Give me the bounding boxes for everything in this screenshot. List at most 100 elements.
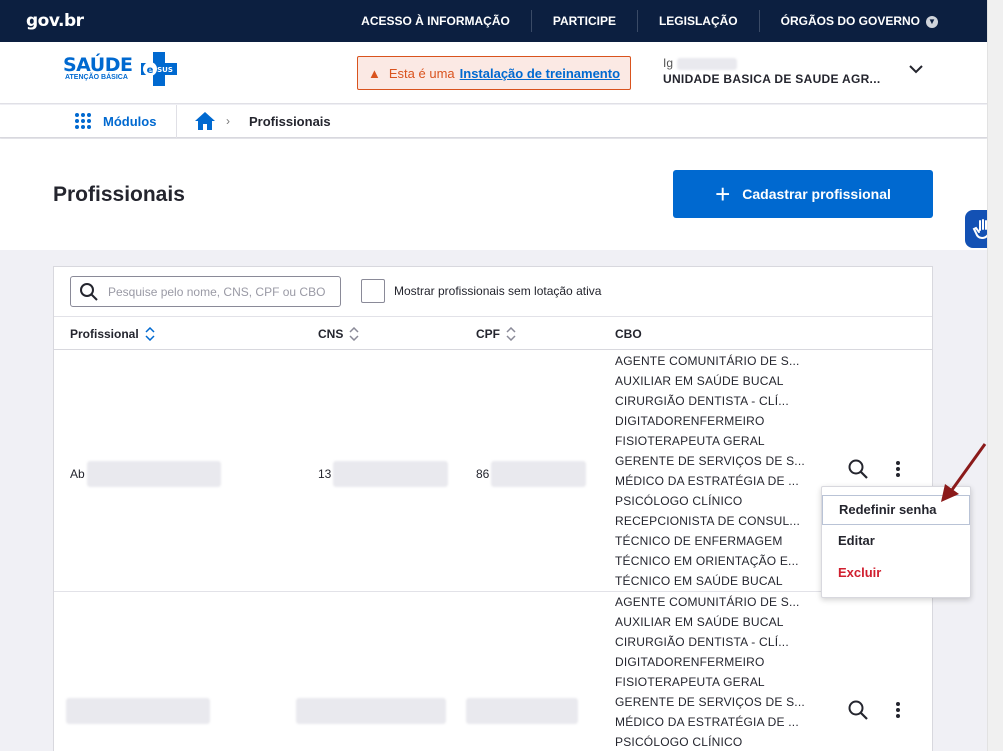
checkbox-label: Mostrar profissionais sem lotação ativa	[394, 284, 602, 298]
training-link[interactable]: Instalação de treinamento	[460, 66, 620, 81]
gov-links: ACESSO À INFORMAÇÃO PARTICIPE LEGISLAÇÃO…	[340, 0, 959, 42]
home-icon[interactable]	[194, 111, 216, 131]
cell-cpf	[466, 698, 578, 724]
user-name: Ig	[663, 56, 674, 70]
chevron-down-icon[interactable]	[907, 62, 925, 76]
app-header: SAÚDE ATENÇÃO BÁSICA e SUS ▲ Esta é uma …	[0, 42, 987, 104]
chevron-right-icon: ›	[226, 114, 230, 128]
redacted-cpf	[466, 698, 578, 724]
search-icon	[848, 459, 868, 479]
row-actions	[844, 696, 924, 724]
esus-cross-icon: e SUS	[141, 52, 177, 86]
logo-sub-text: ATENÇÃO BÁSICA	[65, 74, 128, 81]
gov-link-orgaos[interactable]: ÓRGÃOS DO GOVERNO ▼	[758, 10, 959, 32]
logo-badge-text: SUS	[157, 66, 173, 74]
inactive-filter-checkbox[interactable]: Mostrar profissionais sem lotação ativa	[361, 279, 601, 303]
row-actions	[844, 455, 924, 483]
add-professional-button[interactable]: + Cadastrar profissional	[673, 170, 933, 218]
user-info[interactable]: Ig UNIDADE BASICA DE SAUDE AGR...	[663, 56, 880, 86]
gov-link-participe[interactable]: PARTICIPE	[530, 10, 637, 32]
plus-icon: +	[715, 179, 731, 209]
breadcrumb: Módulos › Profissionais	[0, 105, 987, 138]
sort-icon	[145, 327, 155, 341]
grid-icon	[75, 113, 91, 129]
cns-value: 13	[318, 467, 332, 481]
cell-profissional	[66, 698, 210, 724]
title-area: Profissionais + Cadastrar profissional	[0, 139, 987, 250]
chevron-down-icon: ▼	[926, 15, 938, 28]
cbo-item: DIGITADORENFERMEIRO	[615, 655, 765, 669]
cbo-item: CIRURGIÃO DENTISTA - CLÍ...	[615, 394, 789, 408]
table-row: Ab 13 86 AGENTE COMUNITÁRIO DE S... AUXI…	[54, 351, 932, 592]
cbo-item: PSICÓLOGO CLÍNICO	[615, 494, 743, 508]
search-field[interactable]	[70, 276, 341, 307]
checkbox-box[interactable]	[361, 279, 385, 303]
scrollbar[interactable]	[987, 0, 1003, 751]
breadcrumb-current: Profissionais	[249, 114, 331, 129]
svg-text:e: e	[147, 65, 154, 76]
cbo-item: MÉDICO DA ESTRATÉGIA DE ...	[615, 715, 799, 729]
view-button[interactable]	[844, 696, 872, 724]
esus-logo[interactable]: SAÚDE ATENÇÃO BÁSICA e SUS	[63, 52, 177, 86]
gov-bar: gov.br ACESSO À INFORMAÇÃO PARTICIPE LEG…	[0, 0, 987, 42]
cbo-item: AGENTE COMUNITÁRIO DE S...	[615, 595, 800, 609]
redacted-name	[66, 698, 210, 724]
gov-link-orgaos-label: ÓRGÃOS DO GOVERNO	[780, 14, 920, 28]
cbo-item: TÉCNICO DE ENFERMAGEM	[615, 534, 783, 548]
cell-cns: 13	[318, 461, 449, 487]
professionals-table-card: Mostrar profissionais sem lotação ativa …	[53, 266, 933, 751]
cell-cbo: AGENTE COMUNITÁRIO DE S... AUXILIAR EM S…	[615, 351, 805, 591]
page-title: Profissionais	[53, 183, 185, 206]
menu-item-edit[interactable]: Editar	[822, 525, 970, 557]
column-label: Profissional	[70, 327, 139, 341]
warning-icon: ▲	[368, 65, 381, 81]
column-profissional[interactable]: Profissional	[70, 327, 155, 341]
cbo-item: AGENTE COMUNITÁRIO DE S...	[615, 354, 800, 368]
column-label: CPF	[476, 327, 500, 341]
search-input[interactable]	[108, 284, 333, 299]
search-icon	[848, 700, 868, 720]
redacted-user-name	[677, 57, 738, 70]
cbo-item: CIRURGIÃO DENTISTA - CLÍ...	[615, 635, 789, 649]
cbo-item: TÉCNICO EM SAÚDE BUCAL	[615, 574, 783, 588]
training-prefix: Esta é uma	[388, 65, 455, 81]
redacted-cns	[296, 698, 446, 724]
gov-logo[interactable]: gov.br	[26, 11, 84, 31]
redacted-cpf	[491, 461, 587, 487]
cbo-item: FISIOTERAPEUTA GERAL	[615, 434, 765, 448]
column-cpf[interactable]: CPF	[476, 327, 516, 341]
modules-label: Módulos	[103, 113, 157, 129]
view-button[interactable]	[844, 455, 872, 483]
column-cns[interactable]: CNS	[318, 327, 359, 341]
cbo-item: PSICÓLOGO CLÍNICO	[615, 735, 743, 749]
gov-link-legislacao[interactable]: LEGISLAÇÃO	[636, 10, 759, 32]
logo-main-text: SAÚDE	[63, 54, 133, 76]
menu-item-delete[interactable]: Excluir	[822, 557, 970, 589]
breadcrumb-divider	[176, 105, 177, 138]
sort-icon	[349, 327, 359, 341]
cbo-item: GERENTE DE SERVIÇOS DE S...	[615, 454, 805, 468]
more-options-button[interactable]	[884, 696, 912, 724]
cbo-item: RECEPCIONISTA DE CONSUL...	[615, 514, 801, 528]
add-professional-label: Cadastrar profissional	[742, 186, 891, 202]
more-vertical-icon	[896, 702, 900, 718]
table-header: Profissional CNS CPF CBO	[54, 316, 932, 350]
cell-profissional: Ab	[70, 461, 221, 487]
redacted-cns	[333, 461, 449, 487]
redacted-name	[86, 461, 221, 487]
unit-name: UNIDADE BASICA DE SAUDE AGR...	[663, 72, 881, 86]
column-label: CNS	[318, 327, 344, 341]
more-vertical-icon	[896, 461, 900, 477]
cbo-item: AUXILIAR EM SAÚDE BUCAL	[615, 615, 784, 629]
gov-link-acesso[interactable]: ACESSO À INFORMAÇÃO	[340, 10, 531, 32]
column-label: CBO	[615, 327, 642, 341]
table-row: AGENTE COMUNITÁRIO DE S... AUXILIAR EM S…	[54, 592, 932, 751]
cpf-value: 86	[476, 467, 490, 481]
modules-button[interactable]: Módulos	[75, 113, 156, 129]
column-cbo: CBO	[615, 327, 642, 341]
cell-cns	[296, 698, 446, 724]
search-icon	[80, 282, 98, 301]
cell-cpf: 86	[476, 461, 587, 487]
more-options-button[interactable]	[884, 455, 912, 483]
cell-cbo: AGENTE COMUNITÁRIO DE S... AUXILIAR EM S…	[615, 592, 805, 751]
